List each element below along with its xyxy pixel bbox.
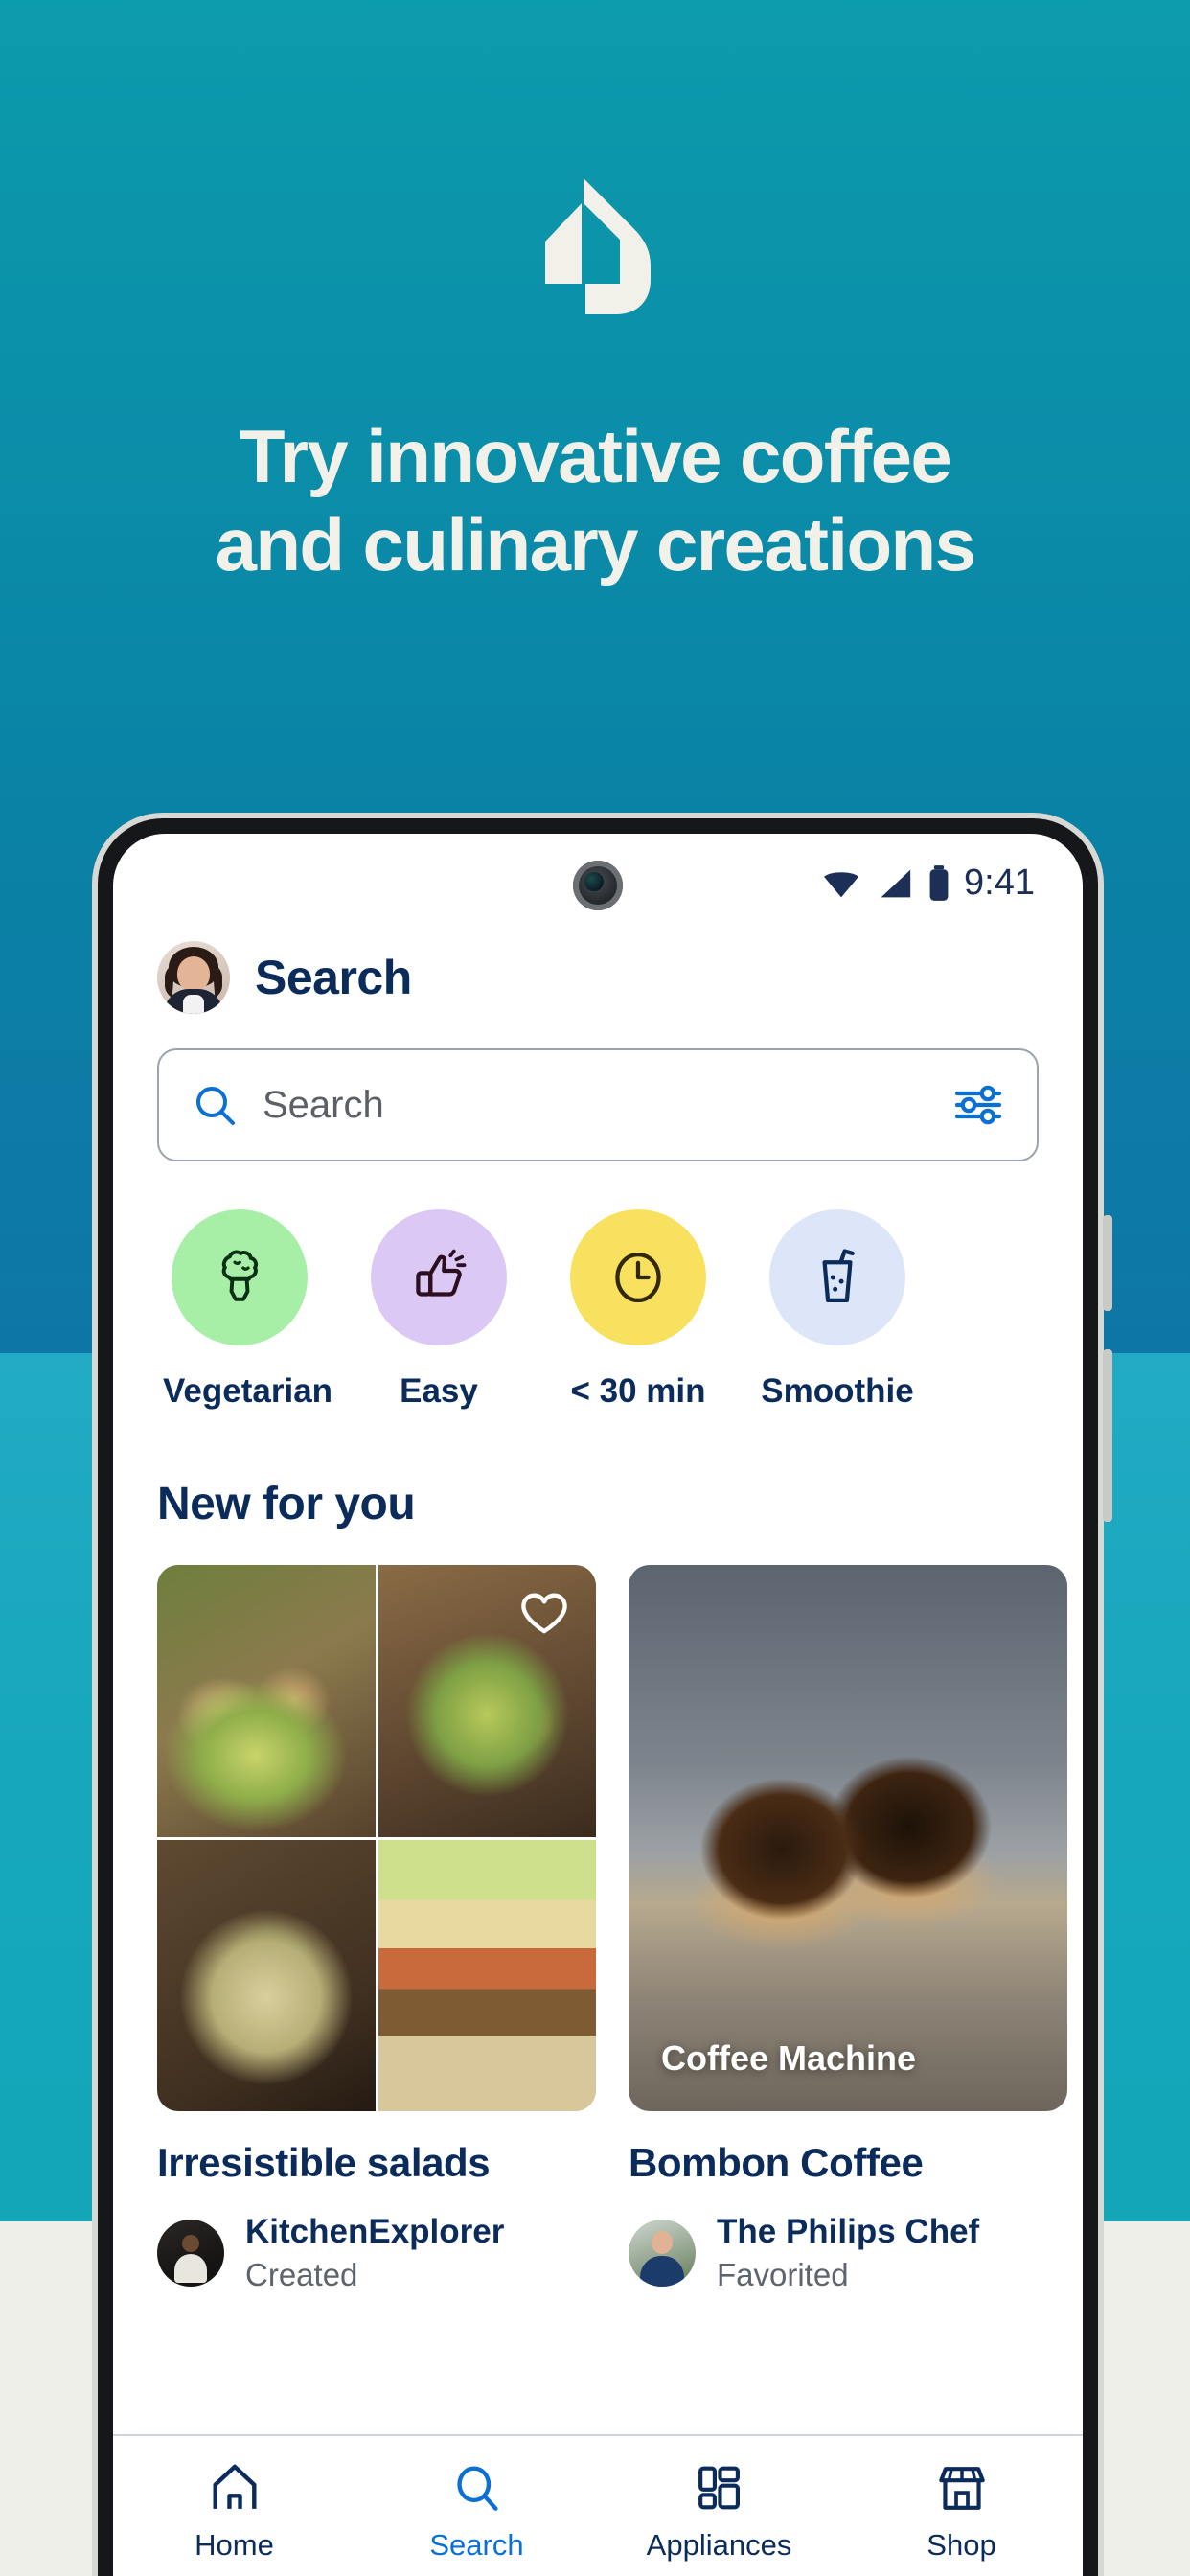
food-photo	[378, 1839, 596, 2111]
author-relation: Created	[245, 2257, 358, 2292]
screen-title: Search	[255, 951, 412, 1004]
philips-shield-logo	[545, 178, 651, 314]
author-relation: Favorited	[717, 2257, 849, 2292]
category-label: Easy	[400, 1372, 478, 1410]
category-label: Vegetarian	[163, 1372, 333, 1410]
author-avatar	[157, 2220, 224, 2287]
food-photo	[157, 1839, 376, 2111]
card-author[interactable]: The Philips Chef Favorited	[629, 2213, 1067, 2293]
cellular-signal-icon	[881, 869, 911, 897]
avatar-face	[177, 956, 210, 991]
phone-bezel: 9:41 Search Search Vegetarian Easy < 30 …	[98, 818, 1098, 2576]
card-media: Coffee Machine	[629, 1565, 1067, 2111]
home-icon	[213, 2464, 256, 2509]
section-heading: New for you	[157, 1479, 416, 1530]
category-label: < 30 min	[570, 1372, 706, 1410]
card-title: Irresistible salads	[157, 2140, 491, 2185]
author-avatar	[629, 2220, 696, 2287]
smoothie-glass-icon	[822, 1249, 855, 1303]
headline-line-2: and culinary creations	[215, 502, 976, 587]
broccoli-icon	[221, 1250, 259, 1301]
card-carousel: Irresistible salads KitchenExplorer Crea…	[113, 1530, 1083, 2293]
category-icon-bubble	[769, 1209, 905, 1346]
nav-item-appliances[interactable]: Appliances	[598, 2461, 840, 2576]
card-title: Bombon Coffee	[629, 2140, 924, 2185]
category-label: Smoothie	[761, 1372, 914, 1410]
status-bar-indicators: 9:41	[820, 862, 1035, 904]
category-chip-row: Vegetarian Easy < 30 min Smoothie	[113, 1162, 1083, 1411]
app-header: Search	[113, 933, 1083, 1014]
category-icon-bubble	[172, 1209, 308, 1346]
user-avatar[interactable]	[157, 941, 230, 1014]
card-media-grid	[157, 1565, 596, 2111]
phone-screen: 9:41 Search Search Vegetarian Easy < 30 …	[113, 834, 1083, 2576]
recipe-card-bombon-coffee[interactable]: Coffee Machine Bombon Coffee The Philips…	[629, 1565, 1067, 2293]
status-time: 9:41	[964, 862, 1035, 903]
recipe-card-salads[interactable]: Irresistible salads KitchenExplorer Crea…	[157, 1565, 596, 2293]
phone-volume-button[interactable]	[1103, 1215, 1112, 1311]
author-name: KitchenExplorer	[245, 2213, 505, 2250]
media-caption: Coffee Machine	[661, 2038, 917, 2078]
search-input[interactable]: Search	[263, 1084, 927, 1127]
tune-filter-icon[interactable]	[952, 1084, 1004, 1126]
store-icon	[938, 2467, 985, 2510]
wifi-icon	[824, 871, 859, 897]
category-chip-under-30-min[interactable]: < 30 min	[561, 1209, 715, 1411]
nav-label: Search	[429, 2528, 524, 2562]
headline-line-1: Try innovative coffee	[239, 414, 952, 498]
page-title: Try innovative coffee and culinary creat…	[0, 412, 1190, 588]
search-row: Search	[113, 1014, 1083, 1162]
nav-label: Shop	[927, 2528, 996, 2562]
food-photo	[157, 1565, 376, 1837]
phone-mockup: 9:41 Search Search Vegetarian Easy < 30 …	[92, 813, 1112, 2576]
nav-item-search[interactable]: Search	[355, 2461, 598, 2576]
philips-shield-logo-wrap	[0, 178, 1190, 322]
heart-outline-icon	[521, 1593, 567, 1634]
phone-power-button[interactable]	[1103, 1349, 1112, 1522]
status-bar: 9:41	[113, 834, 1083, 933]
search-icon	[456, 2466, 498, 2511]
search-field[interactable]: Search	[157, 1048, 1039, 1162]
avatar-shirt	[183, 995, 204, 1014]
favorite-button[interactable]	[517, 1586, 571, 1640]
category-icon-bubble	[371, 1209, 507, 1346]
category-chip-easy[interactable]: Easy	[362, 1209, 515, 1411]
search-icon	[196, 1087, 235, 1125]
card-author[interactable]: KitchenExplorer Created	[157, 2213, 596, 2293]
clock-icon	[615, 1252, 661, 1303]
front-camera-icon	[573, 861, 623, 910]
nav-label: Home	[195, 2528, 274, 2562]
nav-item-home[interactable]: Home	[113, 2461, 355, 2576]
category-chip-vegetarian[interactable]: Vegetarian	[163, 1209, 333, 1411]
bottom-navigation: Home Search Appliances Shop	[113, 2434, 1083, 2576]
coffee-photo	[629, 1565, 1067, 2111]
nav-label: Appliances	[646, 2528, 792, 2562]
category-chip-smoothie[interactable]: Smoothie	[761, 1209, 914, 1411]
battery-full-icon	[929, 864, 949, 901]
author-name: The Philips Chef	[717, 2213, 980, 2250]
category-icon-bubble	[570, 1209, 706, 1346]
card-media	[157, 1565, 596, 2111]
nav-item-shop[interactable]: Shop	[840, 2461, 1083, 2576]
thumbs-up-icon	[416, 1249, 467, 1297]
appliances-grid-icon	[698, 2466, 740, 2510]
